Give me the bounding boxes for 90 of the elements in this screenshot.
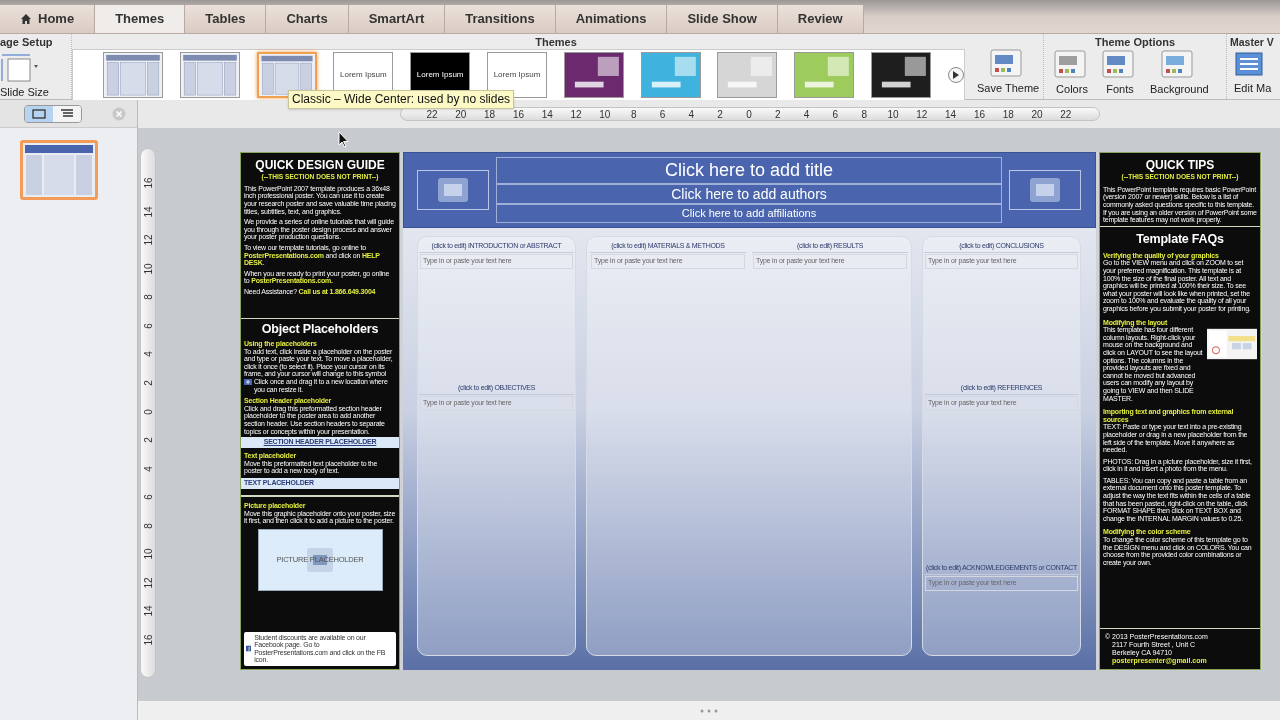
ruler-number: 6 bbox=[658, 107, 667, 122]
ribbon-tab[interactable]: Home bbox=[0, 5, 96, 33]
faq-title: Template FAQs bbox=[1135, 231, 1225, 246]
ruler-number: 22 bbox=[1059, 107, 1072, 122]
tooltip: Classic – Wide Center: used by no slides bbox=[288, 90, 515, 109]
logo-icon bbox=[1030, 178, 1060, 202]
ruler-number: 0 bbox=[745, 107, 753, 122]
group-label: Master V bbox=[1230, 35, 1275, 49]
ruler-number: 2 bbox=[142, 379, 154, 388]
ruler-number: 16 bbox=[512, 107, 525, 122]
ruler-number: 8 bbox=[142, 521, 154, 531]
group-label: age Setup bbox=[0, 35, 54, 49]
slide-thumbnail[interactable] bbox=[20, 140, 98, 200]
ribbon-tab[interactable]: SmartArt bbox=[348, 5, 446, 33]
logo-icon bbox=[438, 178, 468, 202]
ruler-number: 16 bbox=[142, 177, 154, 189]
ruler-number: 18 bbox=[483, 107, 496, 122]
ruler-number: 10 bbox=[598, 107, 611, 122]
move-cursor-icon bbox=[244, 378, 252, 385]
ruler-number: 10 bbox=[887, 107, 899, 122]
ribbon-tab[interactable]: Review bbox=[777, 5, 864, 33]
theme-thumbnail[interactable] bbox=[563, 52, 624, 98]
ruler-number: 12 bbox=[142, 234, 154, 247]
ribbon-tab[interactable]: Charts bbox=[266, 5, 349, 33]
slide-size-button[interactable]: Slide Size bbox=[0, 53, 71, 98]
ruler-number: 12 bbox=[570, 107, 583, 122]
placeholders-title: Object Placeholders bbox=[260, 322, 380, 336]
ruler-number: 8 bbox=[629, 107, 638, 122]
tips-title: QUICK TIPS bbox=[1144, 159, 1216, 172]
grip-icon[interactable] bbox=[700, 708, 718, 713]
home-icon bbox=[20, 13, 32, 25]
ruler-number: 8 bbox=[142, 293, 154, 303]
pointer-cursor-icon bbox=[338, 131, 349, 148]
ruler-number: 18 bbox=[1002, 107, 1015, 122]
poster-affiliations[interactable]: Click here to add affiliations bbox=[496, 204, 1002, 223]
ribbon-tab[interactable]: Tables bbox=[185, 5, 267, 33]
outline-view-icon bbox=[60, 108, 74, 119]
ruler-number: 4 bbox=[142, 464, 154, 474]
ribbon-tab[interactable]: Slide Show bbox=[667, 5, 778, 33]
ribbon-tab[interactable]: Themes bbox=[95, 5, 186, 33]
poster-authors[interactable]: Click here to add authors bbox=[496, 184, 1002, 204]
save-theme-button[interactable]: Save Theme bbox=[977, 49, 1040, 94]
ruler-number: 22 bbox=[426, 107, 438, 122]
theme-thumbnail[interactable] bbox=[870, 52, 931, 98]
theme-thumbnail[interactable] bbox=[794, 52, 855, 98]
ruler-number: 4 bbox=[802, 107, 811, 122]
next-icon[interactable] bbox=[947, 67, 964, 83]
ruler-number: 4 bbox=[687, 107, 696, 122]
ruler-number: 12 bbox=[915, 107, 928, 122]
ruler-number: 16 bbox=[142, 634, 154, 646]
ruler-number: 14 bbox=[142, 605, 154, 618]
ruler-number: 6 bbox=[142, 493, 154, 502]
ruler-number: 4 bbox=[142, 350, 154, 360]
ruler-number: 10 bbox=[142, 548, 154, 561]
guide-title: QUICK DESIGN GUIDE bbox=[254, 159, 386, 172]
theme-option-button[interactable]: Background bbox=[1150, 50, 1209, 95]
ruler-number: 0 bbox=[142, 407, 154, 417]
ribbon-tab[interactable]: Animations bbox=[555, 5, 668, 33]
ruler-number: 2 bbox=[142, 436, 154, 445]
theme-thumbnail[interactable] bbox=[103, 52, 163, 98]
ruler-number: 2 bbox=[773, 107, 782, 122]
theme-thumbnail[interactable] bbox=[717, 52, 778, 98]
ruler-number: 8 bbox=[860, 107, 868, 122]
edit-master-button[interactable]: Edit Ma bbox=[1230, 49, 1280, 94]
ruler-number: 2 bbox=[716, 107, 724, 122]
theme-option-button[interactable]: Colors bbox=[1054, 50, 1090, 95]
ribbon-tab[interactable]: Transitions bbox=[445, 5, 556, 33]
view-toggle[interactable] bbox=[53, 105, 81, 122]
theme-thumbnail[interactable] bbox=[179, 52, 240, 98]
ruler-number: 6 bbox=[142, 322, 154, 331]
logo-placeholder[interactable] bbox=[1009, 170, 1081, 210]
ruler-number: 10 bbox=[142, 262, 154, 275]
slide-view-icon bbox=[32, 108, 46, 119]
group-label: Theme Options bbox=[1093, 35, 1177, 49]
ruler-number: 20 bbox=[1031, 107, 1044, 122]
logo-placeholder[interactable] bbox=[417, 170, 489, 210]
ruler-number: 14 bbox=[142, 205, 154, 218]
ruler-number: 16 bbox=[973, 107, 986, 122]
poster-title[interactable]: Click here to add title bbox=[496, 157, 1002, 184]
ruler-number: 12 bbox=[142, 576, 154, 589]
ruler-number: 14 bbox=[944, 107, 957, 122]
group-label: Themes bbox=[534, 35, 578, 49]
page-icon bbox=[0, 53, 40, 83]
view-toggle[interactable] bbox=[25, 105, 53, 122]
layout-icon bbox=[1234, 49, 1264, 79]
ruler-number: 6 bbox=[831, 107, 840, 122]
ruler-number: 14 bbox=[541, 107, 554, 122]
theme-thumbnail[interactable] bbox=[640, 52, 701, 98]
ruler-number: 20 bbox=[454, 107, 467, 122]
theme-option-button[interactable]: Fonts bbox=[1102, 50, 1138, 95]
